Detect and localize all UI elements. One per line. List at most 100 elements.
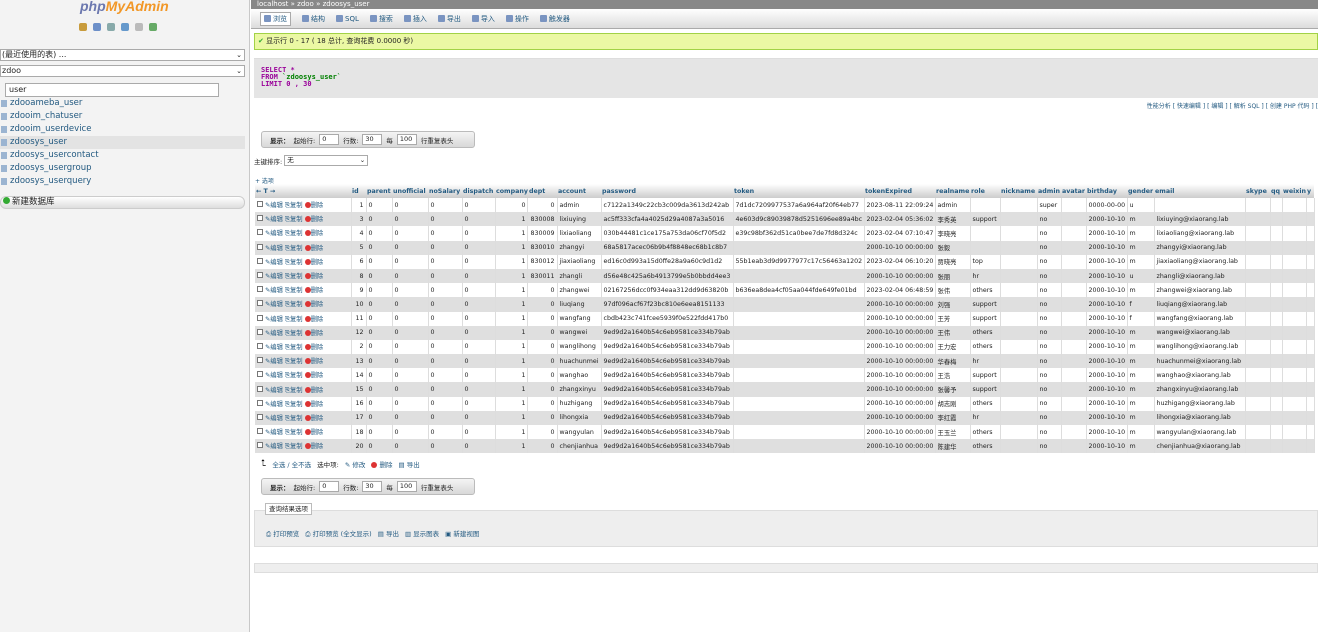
cell-admin[interactable]: no [1037,339,1062,355]
cell-weixin[interactable] [1282,283,1307,298]
cell-token[interactable]: 7d1dc7209977537a6a964af20f64eb77 [733,198,865,213]
cell-tokenExpired[interactable]: 2000-10-10 00:00:00 [864,354,936,369]
cell-unofficial[interactable]: 0 [392,368,429,383]
cell-realname[interactable]: 李秀英 [935,212,971,227]
cell-token[interactable] [733,268,865,284]
docs-icon[interactable] [135,23,143,31]
cell-tokenExpired[interactable]: 2000-10-10 00:00:00 [864,396,936,411]
cell-weixin[interactable] [1282,439,1307,454]
cell-admin[interactable]: no [1037,354,1062,369]
cell-email[interactable]: huachunmei@xiaorang.lab [1154,354,1246,369]
cell-account[interactable]: zhangyi [557,240,602,255]
cell-noSalary[interactable]: 0 [428,240,463,255]
cell-tokenExpired[interactable]: 2000-10-10 00:00:00 [864,410,936,425]
cell-qq[interactable] [1270,283,1283,298]
column-header-weixin[interactable]: weixin [1282,184,1307,198]
cell-y[interactable] [1306,297,1315,312]
cell-dispatch[interactable]: 0 [462,439,496,454]
cell-id[interactable]: 3 [351,212,367,227]
cell-y[interactable] [1306,283,1315,298]
cell-skype[interactable] [1245,212,1271,227]
cell-password[interactable]: 9ed9d2a1640b54c6eb9581ce334b79ab [601,425,734,440]
cell-birthday[interactable]: 2000-10-10 [1086,283,1128,298]
cell-birthday[interactable]: 2000-10-10 [1086,382,1128,397]
multi-edit-button[interactable]: ✎ 修改 [345,459,366,469]
cell-qq[interactable] [1270,339,1283,355]
cell-account[interactable]: wangwei [557,325,602,340]
cell-dept[interactable]: 0 [527,283,558,298]
cell-nickname[interactable] [1000,410,1038,425]
cell-role[interactable]: support [970,297,1001,312]
cell-parent[interactable]: 0 [366,425,393,440]
cell-birthday[interactable]: 0000-00-00 [1086,198,1128,213]
cell-noSalary[interactable]: 0 [428,283,463,298]
edit-button[interactable]: ✎编辑 [265,202,283,209]
cell-role[interactable]: others [970,283,1001,298]
cell-id[interactable]: 20 [351,439,367,454]
cell-dept[interactable]: 0 [527,297,558,312]
cell-skype[interactable] [1245,268,1271,284]
cell-id[interactable]: 11 [351,311,367,326]
column-header-role[interactable]: role [970,184,1001,198]
cell-parent[interactable]: 0 [366,339,393,355]
cell-company[interactable]: 1 [495,354,529,369]
column-header-noSalary[interactable]: noSalary [428,184,462,198]
cell-role[interactable]: hr [970,354,1001,369]
cell-id[interactable]: 2 [351,339,367,355]
cell-realname[interactable]: admin [935,198,971,213]
cell-role[interactable] [970,240,1001,255]
cell-unofficial[interactable]: 0 [392,268,429,284]
cell-id[interactable]: 1 [351,198,367,213]
cell-noSalary[interactable]: 0 [428,368,463,383]
cell-birthday[interactable]: 2000-10-10 [1086,439,1128,454]
cell-nickname[interactable] [1000,368,1038,383]
cell-gender[interactable]: m [1127,368,1155,383]
cell-admin[interactable]: no [1037,254,1062,269]
tab-7[interactable]: 操作 [505,14,529,24]
cell-qq[interactable] [1270,254,1283,269]
cell-birthday[interactable]: 2000-10-10 [1086,339,1128,355]
cell-tokenExpired[interactable]: 2000-10-10 00:00:00 [864,368,936,383]
cell-password[interactable]: ed16c0d993a15d0ffe28a9a60c9d1d2 [601,254,734,269]
cell-avatar[interactable] [1061,325,1087,340]
copy-button[interactable]: ⎘复制 [285,273,303,280]
cell-company[interactable]: 1 [495,396,529,411]
home-icon[interactable] [79,23,87,31]
column-header-dispatch[interactable]: dispatch [462,184,495,198]
edit-button[interactable]: ✎编辑 [265,330,283,337]
cell-role[interactable]: others [970,439,1001,454]
start-row-input[interactable]: 0 [319,481,340,492]
cell-password[interactable]: 9ed9d2a1640b54c6eb9581ce334b79ab [601,325,734,340]
cell-password[interactable]: 9ed9d2a1640b54c6eb9581ce334b79ab [601,396,734,411]
cell-dept[interactable]: 0 [527,325,558,340]
cell-email[interactable]: zhangwei@xiaorang.lab [1154,283,1246,298]
cell-avatar[interactable] [1061,268,1087,284]
cell-email[interactable]: zhangyi@xiaorang.lab [1154,240,1246,255]
cell-id[interactable]: 4 [351,226,367,241]
table-filter-input[interactable]: user [5,83,219,97]
cell-account[interactable]: chenjianhua [557,439,602,454]
delete-button[interactable]: 删除 [304,301,323,308]
cell-weixin[interactable] [1282,396,1307,411]
delete-button[interactable]: 删除 [304,372,323,379]
sort-select[interactable]: 无 ⌄ [284,155,369,166]
cell-y[interactable] [1306,382,1315,397]
cell-account[interactable]: zhangxinyu [557,382,602,397]
cell-qq[interactable] [1270,368,1283,383]
cell-dept[interactable]: 0 [527,396,558,411]
cell-birthday[interactable]: 2000-10-10 [1086,212,1128,227]
row-checkbox[interactable] [257,371,263,378]
cell-qq[interactable] [1270,212,1283,227]
delete-button[interactable]: 删除 [304,414,323,422]
cell-qq[interactable] [1270,325,1283,340]
table-item[interactable]: zdooim_chatuser [0,110,245,123]
cell-role[interactable]: others [970,325,1001,340]
cell-avatar[interactable] [1061,311,1087,326]
cell-y[interactable] [1306,354,1315,369]
cell-weixin[interactable] [1282,198,1307,213]
cell-admin[interactable]: no [1037,212,1062,227]
edit-button[interactable]: ✎编辑 [265,372,283,379]
cell-admin[interactable]: no [1037,425,1062,440]
edit-button[interactable]: ✎编辑 [265,429,283,436]
cell-nickname[interactable] [1000,439,1038,454]
